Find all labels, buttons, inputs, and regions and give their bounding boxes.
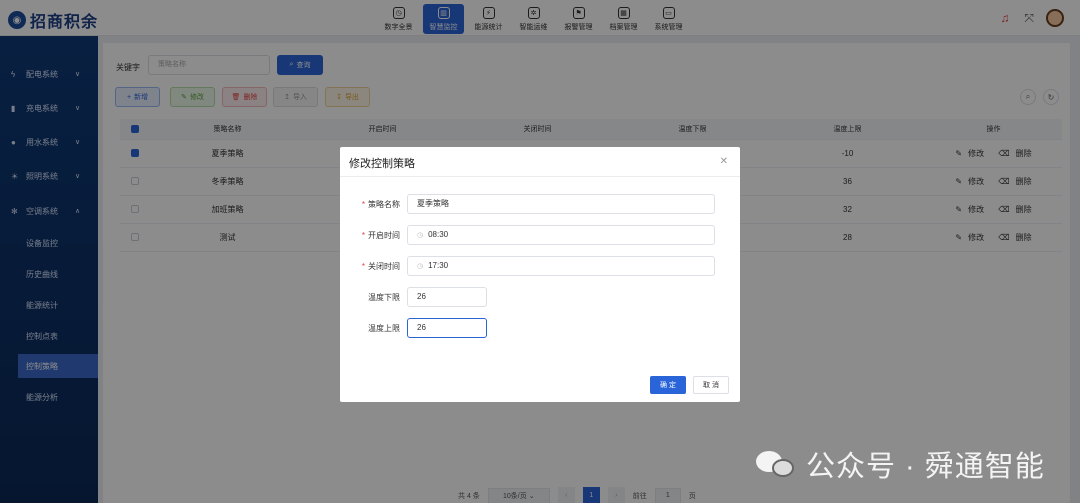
form-label-low: 温度下限: [368, 293, 400, 302]
cancel-button[interactable]: 取 消: [693, 376, 729, 394]
form-row-start: * 开启时间 ◷ 08:30: [340, 225, 740, 245]
confirm-button[interactable]: 确 定: [650, 376, 686, 394]
close-icon[interactable]: ✕: [720, 156, 728, 167]
end-time-picker[interactable]: ◷ 17:30: [407, 256, 715, 276]
form-label-start: * 开启时间: [340, 230, 400, 241]
label-text: 策略名称: [368, 200, 400, 209]
form-label-name: * 策略名称: [340, 199, 400, 210]
form-row-name: * 策略名称 夏季策略: [340, 194, 740, 214]
form-row-end: * 关闭时间 ◷ 17:30: [340, 256, 740, 276]
label-text: 关闭时间: [368, 262, 400, 271]
required-mark: *: [361, 262, 365, 271]
watermark-text: 公众号 · 舜通智能: [806, 451, 1045, 483]
clock-icon: ◷: [417, 232, 424, 239]
strategy-name-input[interactable]: 夏季策略: [407, 194, 715, 214]
start-time-value: 08:30: [428, 230, 449, 239]
form-label-high: 温度上限: [368, 324, 400, 333]
required-mark: *: [361, 231, 365, 240]
form-row-low: 温度下限 26: [340, 287, 740, 307]
start-time-picker[interactable]: ◷ 08:30: [407, 225, 715, 245]
dialog-divider: [340, 176, 740, 177]
form-label-end: * 关闭时间: [340, 261, 400, 272]
clock-icon: ◷: [417, 263, 424, 270]
edit-strategy-dialog: 修改控制策略 ✕ * 策略名称 夏季策略 * 开启时间 ◷ 08:30 * 关闭时间 ◷…: [340, 147, 740, 402]
watermark: 公众号 · 舜通智能: [756, 443, 1045, 485]
temp-low-input[interactable]: 26: [407, 287, 487, 307]
temp-high-input[interactable]: 26: [407, 318, 487, 338]
required-mark: *: [361, 200, 365, 209]
wechat-icon: [756, 449, 796, 479]
end-time-value: 17:30: [428, 261, 449, 270]
form-row-high: 温度上限 26: [340, 318, 740, 338]
dialog-title: 修改控制策略: [349, 158, 415, 170]
label-text: 开启时间: [368, 231, 400, 240]
